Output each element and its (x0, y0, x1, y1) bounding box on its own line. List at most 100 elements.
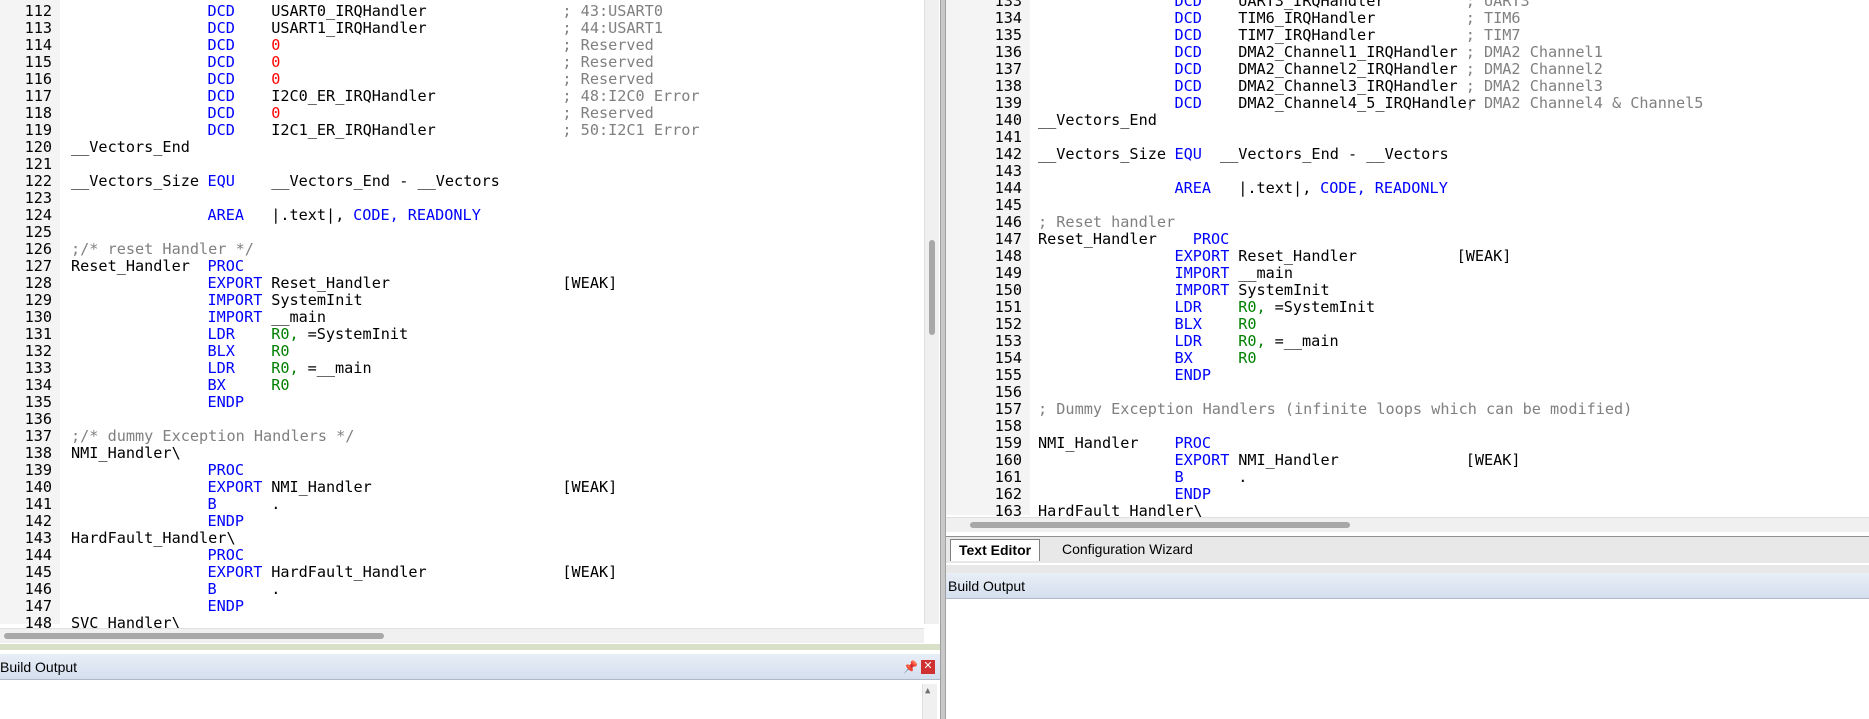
line-number: 161 (994, 468, 1022, 486)
left-code-area[interactable]: 112 DCD USART0_IRQHandler ; 43:USART0 113 DCD… (0, 0, 940, 632)
code-line[interactable]: 160 EXPORT NMI_Handler [WEAK] (946, 452, 1866, 469)
code-line[interactable]: 128 EXPORT Reset_Handler [WEAK] (0, 275, 920, 292)
code-token: R0 (271, 376, 290, 394)
code-line[interactable]: 131 LDR R0, =SystemInit (0, 326, 920, 343)
code-line[interactable]: 142 ENDP (0, 513, 920, 530)
code-line[interactable]: 147 Reset_Handler PROC (946, 231, 1866, 248)
code-line[interactable]: 134 DCD TIM6_IRQHandler ; TIM6 (946, 10, 1866, 27)
code-line[interactable]: 137 ;/* dummy Exception Handlers */ (0, 428, 920, 445)
code-line[interactable]: 161 B. (946, 469, 1866, 486)
code-line[interactable]: 146 ; Reset handler (946, 214, 1866, 231)
code-line[interactable]: 124 AREA |.text|, CODE, READONLY (0, 207, 920, 224)
code-line[interactable]: 113 DCD USART1_IRQHandler ; 44:USART1 (0, 20, 920, 37)
line-number: 121 (24, 155, 52, 173)
right-horizontal-scroll-thumb[interactable] (970, 522, 1350, 528)
code-line[interactable]: 149 IMPORT __main (946, 265, 1866, 282)
code-line[interactable]: 140 EXPORT NMI_Handler [WEAK] (0, 479, 920, 496)
code-line[interactable]: 157 ; Dummy Exception Handlers (infinite … (946, 401, 1866, 418)
code-line[interactable]: 141 (946, 129, 1866, 146)
code-line[interactable]: 144 PROC (0, 547, 920, 564)
code-line[interactable]: 116 DCD 0 ; Reserved (0, 71, 920, 88)
left-horizontal-scroll-thumb[interactable] (4, 633, 384, 639)
code-token: DCD (207, 121, 235, 139)
right-build-output-header: Build Output (946, 573, 1869, 599)
code-line[interactable]: 152 BLX R0 (946, 316, 1866, 333)
code-line[interactable]: 135 ENDP (0, 394, 920, 411)
code-line[interactable]: 138 NMI_Handler\ (0, 445, 920, 462)
tab-configuration-wizard[interactable]: Configuration Wizard (1054, 539, 1201, 560)
code-line[interactable]: 136 DCD DMA2_Channel1_IRQHandler ; DMA2 Cha… (946, 44, 1866, 61)
code-line[interactable]: 134 BX R0 (0, 377, 920, 394)
code-line[interactable]: 143 HardFault_Handler\ (0, 530, 920, 547)
code-line[interactable]: 119 DCD I2C1_ER_IRQHandler ; 50:I2C1 Error (0, 122, 920, 139)
code-line[interactable]: 154 BX R0 (946, 350, 1866, 367)
right-splitter[interactable] (946, 565, 1869, 573)
code-line[interactable]: 145 (946, 197, 1866, 214)
code-line[interactable]: 120 __Vectors_End (0, 139, 920, 156)
code-token: USART1_IRQHandler (271, 19, 427, 37)
code-line[interactable]: 125 (0, 224, 920, 241)
code-line[interactable]: 141 B. (0, 496, 920, 513)
left-build-output-scrollbar[interactable]: ▲ (922, 684, 937, 719)
code-line[interactable]: 126 ;/* reset Handler */ (0, 241, 920, 258)
code-line[interactable]: 146 B. (0, 581, 920, 598)
code-line[interactable]: 112 DCD USART0_IRQHandler ; 43:USART0 (0, 3, 920, 20)
code-line[interactable]: 136 (0, 411, 920, 428)
code-line[interactable]: 114 DCD 0 ; Reserved (0, 37, 920, 54)
code-line[interactable]: 153 LDR R0, =__main (946, 333, 1866, 350)
code-line[interactable]: 140 __Vectors_End (946, 112, 1866, 129)
code-line[interactable]: 151 LDR R0, =SystemInit (946, 299, 1866, 316)
code-line[interactable]: 150 IMPORT SystemInit (946, 282, 1866, 299)
code-token: EXPORT (207, 274, 263, 292)
code-line[interactable]: 123 (0, 190, 920, 207)
code-line[interactable]: 129 IMPORT SystemInit (0, 292, 920, 309)
code-line[interactable]: 138 DCD DMA2_Channel3_IRQHandler ; DMA2 Cha… (946, 78, 1866, 95)
code-line[interactable]: 148 EXPORT Reset_Handler [WEAK] (946, 248, 1866, 265)
left-horizontal-scrollbar[interactable] (0, 628, 924, 643)
line-number: 133 (24, 359, 52, 377)
code-line[interactable]: 117 DCD I2C0_ER_IRQHandler ; 48:I2C0 Error (0, 88, 920, 105)
code-line[interactable]: 155 ENDP (946, 367, 1866, 384)
right-horizontal-scrollbar[interactable] (946, 517, 1869, 532)
tab-configuration-wizard-label: Configuration Wizard (1062, 541, 1193, 557)
tab-text-editor[interactable]: Text Editor (950, 539, 1041, 561)
code-line[interactable]: 127 Reset_Handler PROC (0, 258, 920, 275)
code-line[interactable]: 142 __Vectors_Size EQU __Vectors_End - __Ve… (946, 146, 1866, 163)
code-line[interactable]: 115 DCD 0 ; Reserved (0, 54, 920, 71)
right-code-area[interactable]: 133 DCD UART3_IRQHandler; UART3 134 DCD TIM6_… (946, 0, 1869, 520)
code-token: |.text|, (1238, 179, 1312, 197)
code-token: PROC (1192, 230, 1230, 248)
code-line[interactable]: 162 ENDP (946, 486, 1866, 503)
line-number: 112 (24, 2, 52, 20)
code-line[interactable]: 133 DCD UART3_IRQHandler; UART3 (946, 0, 1866, 10)
close-icon[interactable]: ✕ (921, 660, 935, 674)
left-vertical-scrollbar[interactable] (924, 0, 939, 624)
line-number: 144 (24, 546, 52, 564)
code-line[interactable]: 143 (946, 163, 1866, 180)
code-line[interactable]: 135 DCD TIM7_IRQHandler ; TIM7 (946, 27, 1866, 44)
code-line[interactable]: 159 NMI_Handler PROC (946, 435, 1866, 452)
pin-icon[interactable]: 📌 (903, 654, 918, 680)
code-line[interactable]: 121 (0, 156, 920, 173)
code-token: ; Reserved (562, 53, 654, 71)
code-line[interactable]: 156 (946, 384, 1866, 401)
left-splitter[interactable] (0, 644, 940, 650)
code-token: 0 (271, 70, 281, 88)
code-line[interactable]: 137 DCD DMA2_Channel2_IRQHandler ; DMA2 Cha… (946, 61, 1866, 78)
code-line[interactable]: 118 DCD 0 ; Reserved (0, 105, 920, 122)
code-line[interactable]: 139 DCD DMA2_Channel4_5_IRQHandler; DMA2 C… (946, 95, 1866, 112)
code-line[interactable]: 132 BLX R0 (0, 343, 920, 360)
code-token: LDR (1174, 298, 1202, 316)
code-line[interactable]: 145 EXPORT HardFault_Handler [WEAK] (0, 564, 920, 581)
code-line[interactable]: 147 ENDP (0, 598, 920, 615)
line-number: 127 (24, 257, 52, 275)
left-vertical-scroll-thumb[interactable] (929, 240, 935, 335)
scroll-up-arrow-icon[interactable]: ▲ (925, 686, 930, 696)
code-line[interactable]: 144 AREA |.text|, CODE, READONLY (946, 180, 1866, 197)
code-line[interactable]: 158 (946, 418, 1866, 435)
code-line[interactable]: 122 __Vectors_Size EQU __Vectors_End - __Ve… (0, 173, 920, 190)
line-number: 132 (24, 342, 52, 360)
code-line[interactable]: 139 PROC (0, 462, 920, 479)
code-line[interactable]: 133 LDR R0, =__main (0, 360, 920, 377)
code-line[interactable]: 130 IMPORT __main (0, 309, 920, 326)
